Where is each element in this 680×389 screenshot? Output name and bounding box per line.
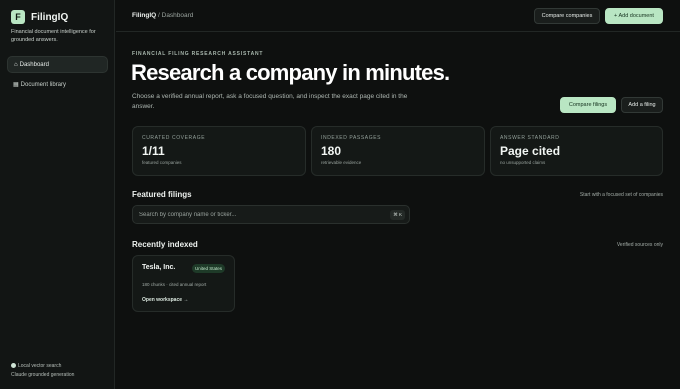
generation-status: Claude grounded generation — [11, 372, 75, 378]
featured-filings-hint: Start with a focused set of companies — [579, 192, 663, 198]
stat-note: retrievable evidence — [321, 160, 362, 165]
brand[interactable]: F FilingIQ — [11, 10, 68, 24]
brand-tagline: Financial document intelligence for grou… — [11, 29, 96, 43]
compare-companies-button[interactable]: Compare companies — [534, 8, 600, 24]
search-input[interactable] — [139, 211, 391, 218]
stat-card-coverage: CURATED COVERAGE 1/11 featured companies — [132, 126, 306, 176]
sidebar-footer: Local vector search Claude grounded gene… — [11, 362, 74, 380]
search-box[interactable]: ⌘ K — [132, 205, 410, 224]
stat-value: 1/11 — [142, 144, 165, 158]
stat-note: no unsupported claims — [500, 160, 546, 165]
sidebar-item-dashboard[interactable]: ⌂ Dashboard — [7, 56, 108, 73]
stat-label: INDEXED PASSAGES — [321, 135, 382, 141]
open-workspace-link[interactable]: Open workspace → — [142, 297, 188, 303]
stat-value: Page cited — [500, 144, 561, 158]
hero-eyebrow: FINANCIAL FILING RESEARCH ASSISTANT — [132, 51, 264, 57]
recently-indexed-heading: Recently indexed — [132, 240, 198, 249]
add-filing-button[interactable]: Add a filing — [621, 97, 663, 113]
add-document-button[interactable]: + Add document — [605, 8, 663, 24]
stat-label: CURATED COVERAGE — [142, 135, 206, 141]
sidebar-item-label: Dashboard — [19, 61, 49, 68]
page-title: Research a company in minutes. — [131, 60, 450, 85]
breadcrumb-current: Dashboard — [161, 12, 194, 19]
country-badge: United States — [191, 264, 225, 273]
stat-card-standard: ANSWER STANDARD Page cited no unsupporte… — [490, 126, 663, 176]
recently-indexed-hint: Verified sources only — [616, 242, 663, 248]
breadcrumb: FilingIQ / Dashboard — [132, 12, 193, 19]
hero-subtitle: Choose a verified annual report, ask a f… — [132, 93, 408, 110]
sidebar: F FilingIQ Financial document intelligen… — [0, 0, 115, 389]
stat-value: 180 — [321, 144, 342, 158]
topbar: FilingIQ / Dashboard Compare companies +… — [116, 0, 680, 32]
company-card[interactable]: Tesla, Inc. United States 180 chunks · c… — [132, 255, 235, 312]
status-dot-icon — [11, 363, 16, 369]
home-icon: ⌂ — [14, 61, 18, 68]
vector-search-label: Local vector search — [18, 363, 62, 369]
compare-filings-button[interactable]: Compare filings — [560, 97, 616, 113]
company-meta: 180 chunks · cited annual report — [142, 282, 207, 287]
sidebar-item-document-library[interactable]: ▦ Document library — [7, 76, 108, 93]
brand-logo: F — [11, 10, 25, 24]
featured-filings-heading: Featured filings — [132, 190, 192, 199]
brand-name: FilingIQ — [31, 11, 69, 23]
breadcrumb-root[interactable]: FilingIQ — [132, 12, 156, 19]
shortcut-hint: ⌘ K — [390, 209, 405, 220]
sidebar-item-label: Document library — [20, 81, 67, 88]
library-icon: ▦ — [13, 82, 19, 88]
stat-label: ANSWER STANDARD — [500, 135, 560, 141]
vector-search-status: Local vector search — [11, 362, 74, 371]
stat-note: featured companies — [142, 160, 182, 165]
stat-card-passages: INDEXED PASSAGES 180 retrievable evidenc… — [311, 126, 485, 176]
